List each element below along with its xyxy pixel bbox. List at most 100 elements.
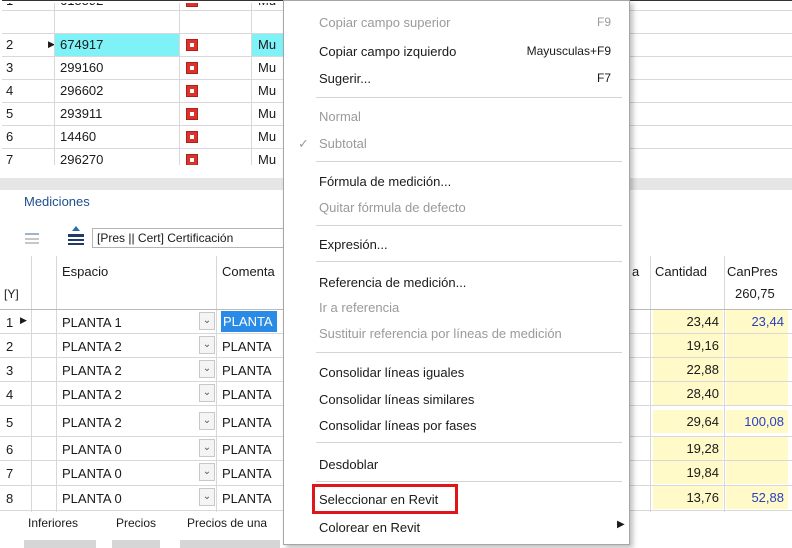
- menu-item-consolidar-lineas-por-fases[interactable]: Consolidar líneas por fases: [319, 418, 477, 433]
- row-number: 8: [6, 491, 14, 506]
- menu-item-formula-de-medicion[interactable]: Fórmula de medición...: [319, 174, 451, 189]
- row-code[interactable]: 674917: [55, 34, 179, 56]
- shortcut-label: Mayusculas+F9: [526, 44, 611, 58]
- cell-cantidad[interactable]: 28,40: [653, 382, 723, 405]
- section-title: Mediciones: [24, 194, 90, 209]
- cell-canpres[interactable]: 23,44: [726, 310, 788, 333]
- cell-comentario[interactable]: PLANTA: [222, 491, 272, 506]
- menu-item-desdoblar[interactable]: Desdoblar: [319, 457, 378, 472]
- row-pointer-icon: ▶: [20, 315, 27, 325]
- cell-espacio[interactable]: PLANTA 1: [36, 315, 122, 330]
- row-code[interactable]: 296270: [55, 149, 179, 165]
- cell-cantidad[interactable]: 19,28: [653, 437, 723, 460]
- cell-espacio[interactable]: PLANTA 0: [62, 491, 122, 506]
- row-number: 6: [6, 442, 14, 457]
- row-text: Mu: [258, 60, 277, 75]
- menu-item-expresion[interactable]: Expresión...: [319, 237, 388, 252]
- chevron-down-icon[interactable]: ⌄: [199, 360, 215, 378]
- chevron-down-icon[interactable]: ⌄: [199, 488, 215, 506]
- record-icon: [186, 85, 198, 97]
- row-text: Mu: [258, 37, 277, 52]
- cell-cantidad[interactable]: 13,76: [653, 486, 723, 509]
- menu-item-ir-a-referencia[interactable]: Ir a referencia: [319, 300, 399, 315]
- header-a[interactable]: a: [632, 264, 639, 279]
- menu-item-quitar-formula[interactable]: Quitar fórmula de defecto: [319, 200, 466, 215]
- cell-espacio[interactable]: PLANTA 2: [62, 363, 122, 378]
- menu-item-consolidar-lineas-similares[interactable]: Consolidar líneas similares: [319, 392, 474, 407]
- menu-item-sustituir-referencia[interactable]: Sustituir referencia por líneas de medic…: [319, 326, 562, 341]
- cell-comentario[interactable]: PLANTA: [222, 466, 272, 481]
- menu-item-copiar-campo-superior[interactable]: Copiar campo superior: [319, 15, 451, 30]
- menu-item-copiar-campo-izquierdo[interactable]: Copiar campo izquierdo: [319, 44, 456, 59]
- cell-cantidad[interactable]: 19,84: [653, 461, 723, 484]
- scrollbar-segment[interactable]: [112, 540, 160, 548]
- chevron-down-icon[interactable]: ⌄: [199, 384, 215, 402]
- tab-precios-de-una[interactable]: Precios de una: [187, 516, 267, 530]
- menu-item-sugerir[interactable]: Sugerir...: [319, 71, 371, 86]
- cell-cantidad[interactable]: 23,44: [653, 310, 723, 333]
- row-number: 4: [6, 387, 14, 402]
- row-code[interactable]: 296602: [55, 80, 179, 102]
- row-number: 7: [6, 466, 14, 481]
- row-code[interactable]: 293911: [55, 103, 179, 125]
- cell-comentario[interactable]: PLANTA: [222, 442, 272, 457]
- tab-precios[interactable]: Precios: [116, 516, 156, 530]
- cell-canpres[interactable]: 52,88: [726, 486, 788, 509]
- certification-combo[interactable]: [Pres || Cert] Certificación: [92, 228, 292, 248]
- menu-item-colorear-en-revit[interactable]: Colorear en Revit: [319, 520, 420, 535]
- cell-cantidad[interactable]: 22,88: [653, 358, 723, 381]
- cell-espacio[interactable]: PLANTA 2: [62, 339, 122, 354]
- cell-canpres[interactable]: [726, 382, 788, 405]
- cell-canpres[interactable]: [726, 461, 788, 484]
- cell-canpres[interactable]: [726, 358, 788, 381]
- cell-comentario[interactable]: PLANTA: [221, 311, 277, 332]
- shortcut-label: F9: [596, 15, 611, 29]
- cell-espacio[interactable]: PLANTA 0: [62, 442, 122, 457]
- row-text: Mu: [258, 106, 277, 121]
- menu-item-consolidar-lineas-iguales[interactable]: Consolidar líneas iguales: [319, 365, 464, 380]
- toolbar-insert-icon[interactable]: [66, 224, 86, 249]
- row-number: 3: [6, 60, 14, 75]
- row-text: Mu: [258, 152, 277, 165]
- cell-comentario[interactable]: PLANTA: [222, 339, 272, 354]
- cell-canpres[interactable]: 100,08: [726, 410, 788, 433]
- red-highlight-box: [312, 484, 458, 514]
- row-number: 1: [6, 315, 14, 330]
- header-cantidad[interactable]: Cantidad: [655, 264, 707, 279]
- cell-cantidad[interactable]: 29,64: [653, 410, 723, 433]
- scrollbar-segment[interactable]: [24, 540, 96, 548]
- chevron-down-icon[interactable]: ⌄: [199, 312, 215, 330]
- header-espacio[interactable]: Espacio: [62, 264, 108, 279]
- menu-item-normal[interactable]: Normal: [319, 109, 361, 124]
- check-icon: ✓: [298, 136, 309, 151]
- chevron-down-icon[interactable]: ⌄: [199, 336, 215, 354]
- row-text: Mu: [258, 129, 277, 144]
- toolbar-list-icon[interactable]: [24, 226, 40, 249]
- cell-espacio[interactable]: PLANTA 2: [62, 415, 122, 430]
- context-menu: Copiar campo superior F9 Copiar campo iz…: [283, 0, 630, 545]
- cell-cantidad[interactable]: 19,16: [653, 334, 723, 357]
- cell-espacio[interactable]: PLANTA 0: [62, 466, 122, 481]
- row-number: 5: [6, 106, 14, 121]
- cell-comentario[interactable]: PLANTA: [222, 363, 272, 378]
- header-canpres[interactable]: CanPres: [727, 264, 778, 279]
- row-code[interactable]: 299160: [55, 57, 179, 79]
- record-icon: [186, 131, 198, 143]
- row-number: 7: [6, 152, 14, 165]
- header-comentario[interactable]: Comenta: [222, 264, 275, 279]
- cell-comentario[interactable]: PLANTA: [222, 387, 272, 402]
- tab-inferiores[interactable]: Inferiores: [28, 516, 78, 530]
- chevron-down-icon[interactable]: ⌄: [199, 439, 215, 457]
- menu-item-referencia-de-medicion[interactable]: Referencia de medición...: [319, 275, 466, 290]
- menu-item-subtotal[interactable]: Subtotal: [319, 136, 367, 151]
- chevron-down-icon[interactable]: ⌄: [199, 412, 215, 430]
- row-text: Mu: [258, 83, 277, 98]
- cell-comentario[interactable]: PLANTA: [222, 415, 272, 430]
- cell-espacio[interactable]: PLANTA 2: [62, 387, 122, 402]
- scrollbar-segment[interactable]: [180, 540, 280, 548]
- row-code[interactable]: 14460: [55, 126, 179, 148]
- submenu-arrow-icon: ▶: [617, 519, 625, 530]
- cell-canpres[interactable]: [726, 334, 788, 357]
- chevron-down-icon[interactable]: ⌄: [199, 463, 215, 481]
- cell-canpres[interactable]: [726, 437, 788, 460]
